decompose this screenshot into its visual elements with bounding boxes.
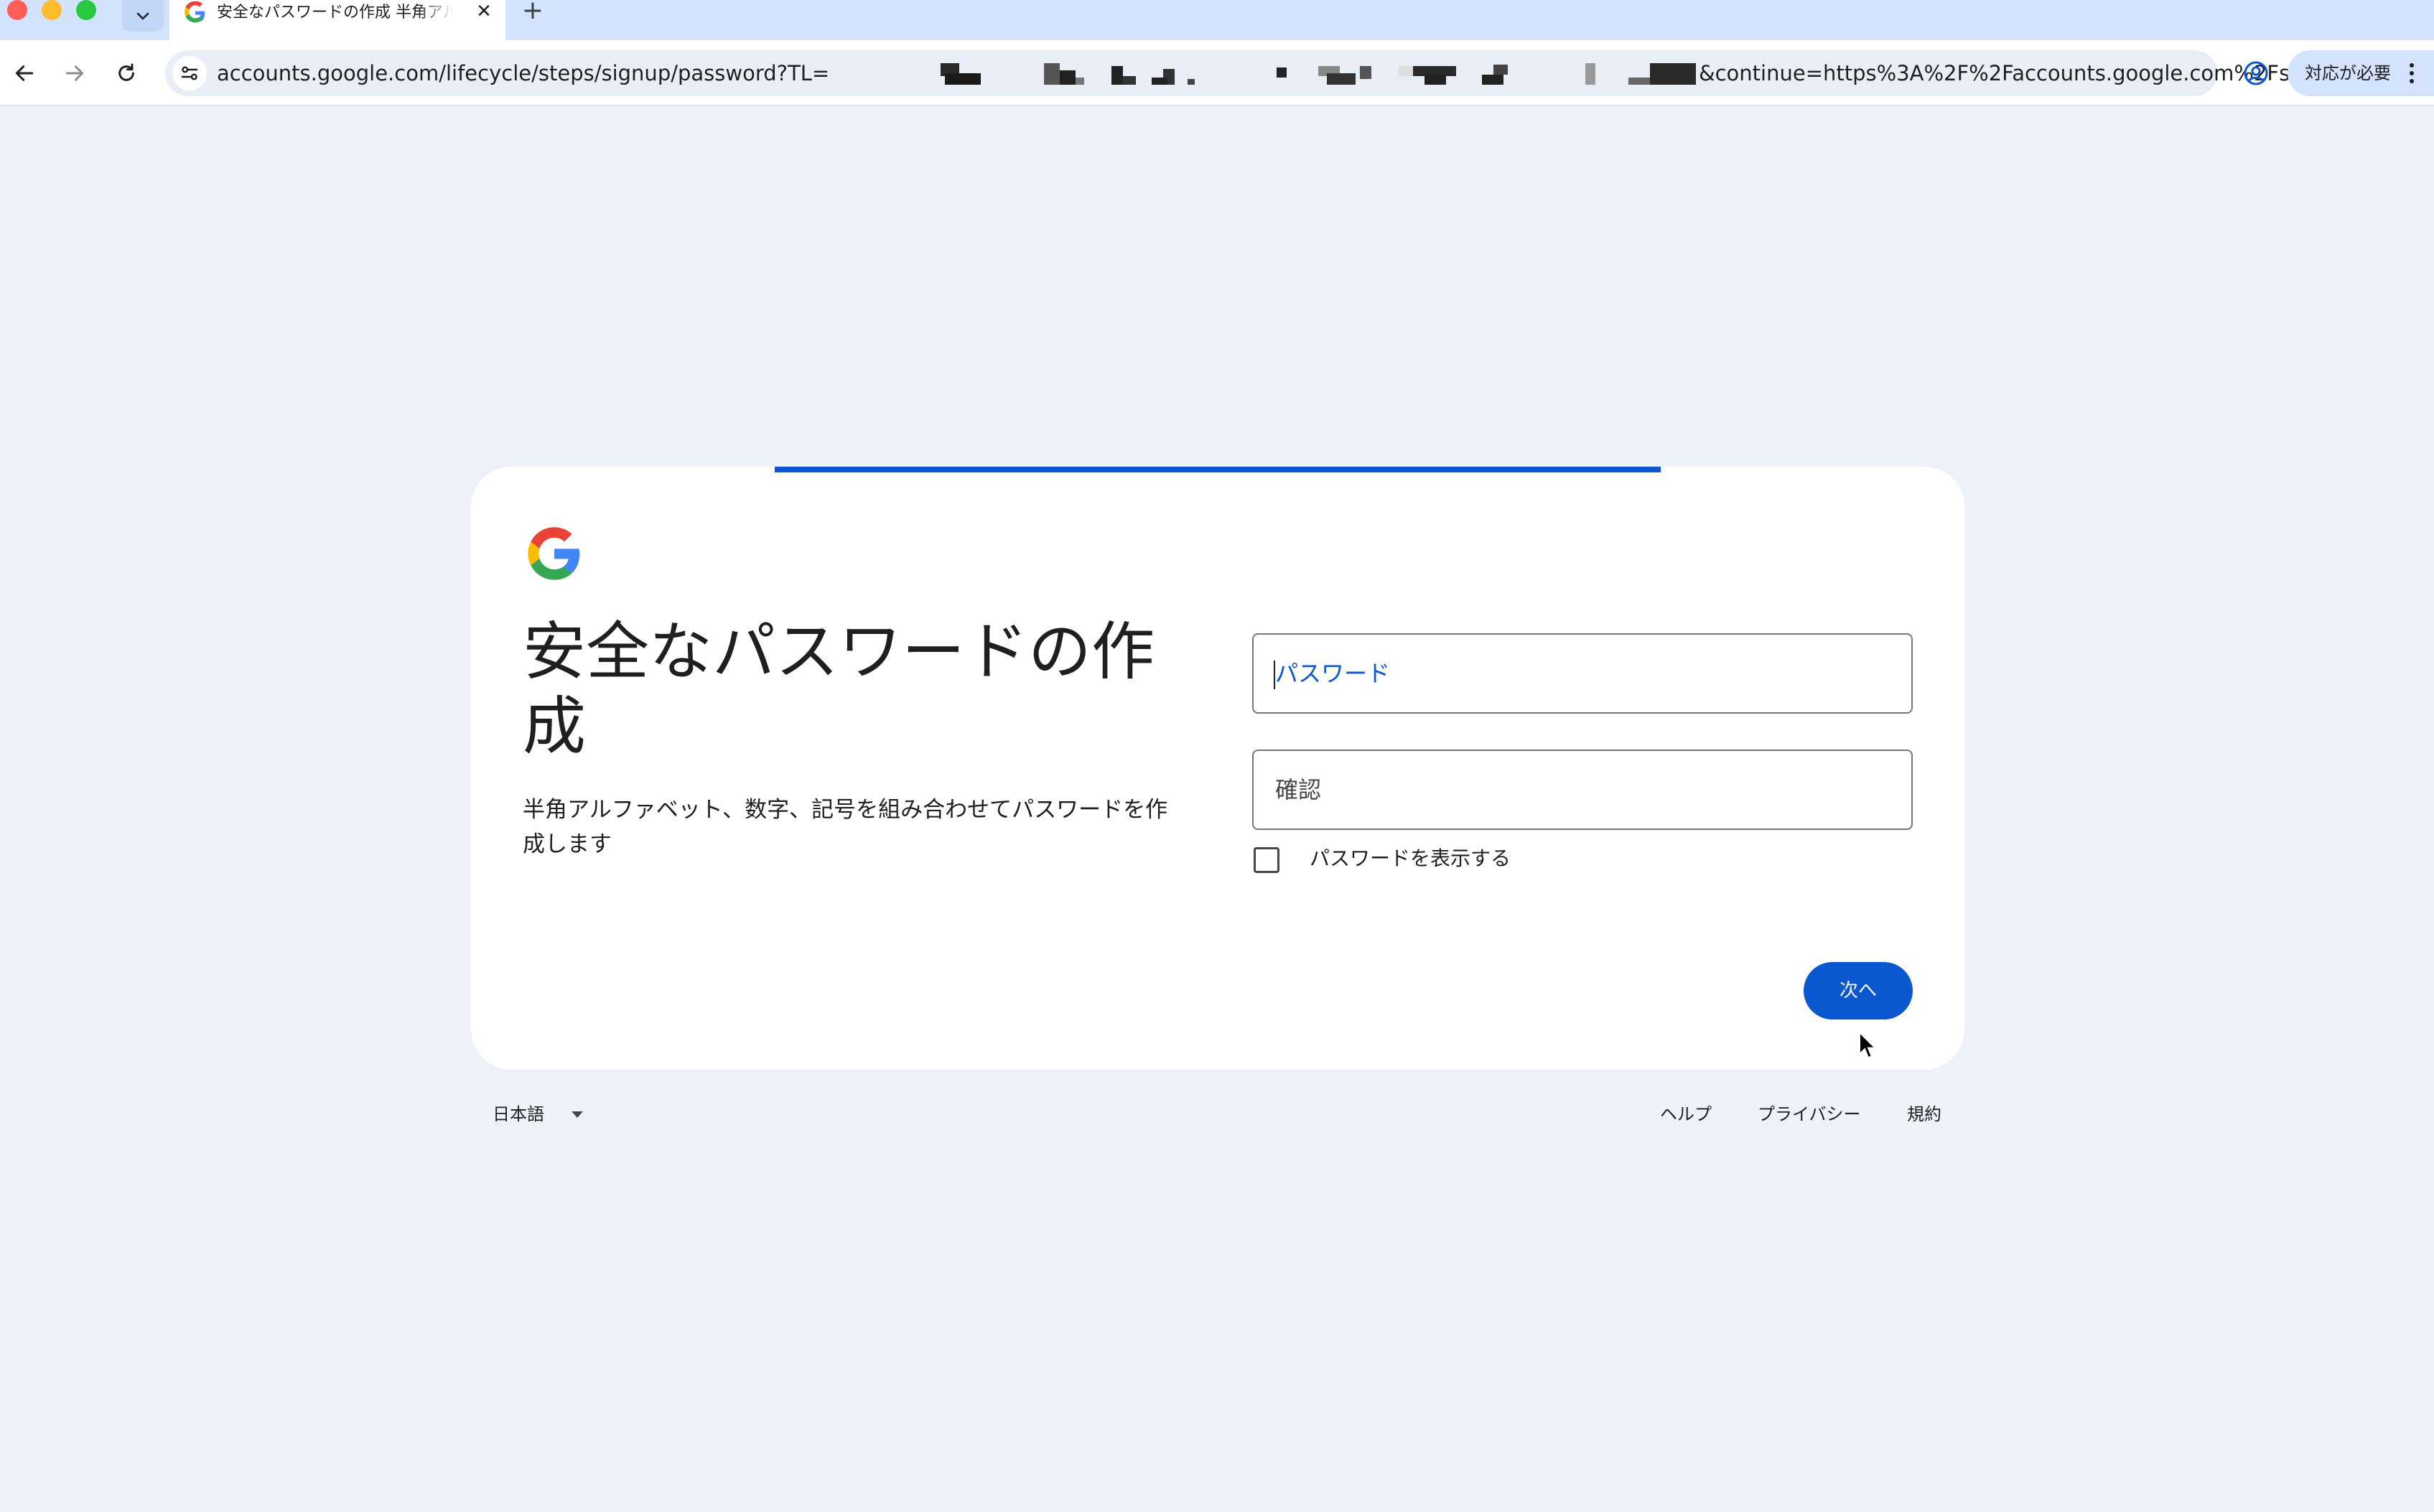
password-field-label: パスワード <box>1275 660 1391 687</box>
show-password-checkbox[interactable] <box>1254 847 1279 873</box>
tab-search-button[interactable] <box>122 0 164 32</box>
menu-dots-icon <box>2410 63 2414 83</box>
page-title: 安全なパスワードの作成 <box>523 615 1155 763</box>
google-g-logo-icon <box>528 527 580 580</box>
close-window-button[interactable] <box>7 0 27 20</box>
back-arrow-icon <box>15 65 34 81</box>
password-field[interactable]: パスワード <box>1252 633 1913 714</box>
browser-toolbar: accounts.google.com/lifecycle/steps/sign… <box>0 40 2434 106</box>
chevron-down-icon <box>136 12 149 20</box>
page-description: 半角アルファベット、数字、記号を組み合わせてパスワードを作成します <box>523 797 1168 857</box>
tune-icon <box>181 66 198 80</box>
reload-icon <box>118 63 134 81</box>
signup-card: 安全なパスワードの作成 半角アルファベット、数字、記号を組み合わせてパスワードを… <box>471 467 1964 1070</box>
show-password-row[interactable]: パスワードを表示する <box>1254 837 1684 880</box>
tab-close-icon[interactable]: ✕ <box>471 0 497 26</box>
footer-privacy-link[interactable]: プライバシー <box>1758 1098 1861 1130</box>
progress-bar <box>775 467 1661 472</box>
next-button[interactable]: 次へ <box>1804 962 1913 1019</box>
language-selector-label: 日本語 <box>493 1104 544 1124</box>
new-tab-button[interactable]: + <box>518 0 547 26</box>
google-favicon-icon <box>185 1 205 23</box>
dropdown-arrow-icon <box>572 1111 583 1118</box>
address-bar[interactable]: accounts.google.com/lifecycle/steps/sign… <box>165 50 2381 96</box>
forward-button[interactable] <box>56 55 93 92</box>
footer-terms-link[interactable]: 規約 <box>1907 1098 1941 1130</box>
browser-tabstrip: 安全なパスワードの作成 半角アルファベット ✕ + <box>0 0 2434 40</box>
url-redacted-segment <box>941 63 1696 85</box>
forward-arrow-icon <box>65 65 84 81</box>
browser-tab-active[interactable]: 安全なパスワードの作成 半角アルファベット ✕ <box>169 0 505 40</box>
url-suffix: &continue=https%3A%2F%2Faccounts.google.… <box>1699 61 2381 85</box>
reload-button[interactable] <box>108 55 145 92</box>
back-button[interactable] <box>6 55 43 92</box>
maximize-window-button[interactable] <box>76 0 96 20</box>
show-password-label[interactable]: パスワードを表示する <box>1310 837 1511 880</box>
profile-icon <box>2244 61 2268 85</box>
minimize-window-button[interactable] <box>42 0 62 20</box>
language-selector[interactable]: 日本語 <box>493 1098 636 1130</box>
menu-dots-button[interactable] <box>2401 52 2423 95</box>
confirm-password-field[interactable]: 確認 <box>1252 750 1913 830</box>
profile-button[interactable] <box>2236 53 2276 93</box>
url-prefix: accounts.google.com/lifecycle/steps/sign… <box>217 61 830 85</box>
footer-help-link[interactable]: ヘルプ <box>1660 1098 1712 1130</box>
tab-title: 安全なパスワードの作成 半角アルファベット <box>217 4 454 22</box>
site-info-button[interactable] <box>172 56 207 90</box>
progress-track <box>521 467 1914 472</box>
mouse-pointer-icon <box>1859 1031 1875 1059</box>
confirm-field-label: 確認 <box>1275 776 1322 803</box>
